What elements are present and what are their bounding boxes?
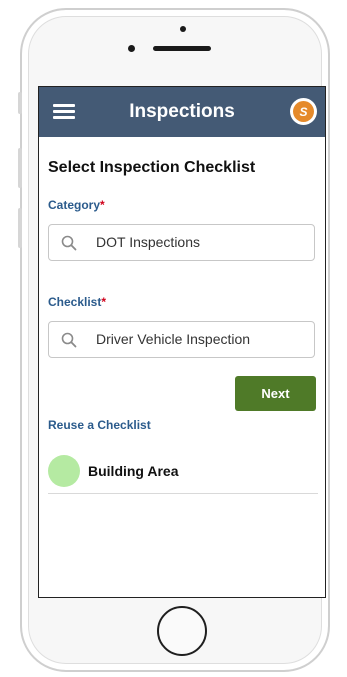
category-value: DOT Inspections [96, 234, 201, 250]
next-button[interactable]: Next [235, 376, 316, 411]
reuse-item-label: Building Area [88, 463, 179, 479]
checklist-label: Checklist* [48, 295, 106, 309]
checklist-field[interactable]: Driver Vehicle Inspection [48, 321, 315, 358]
avatar [48, 455, 80, 487]
category-label-text: Category [48, 198, 101, 212]
checklist-value: Driver Vehicle Inspection [96, 331, 251, 347]
phone-mute-switch [18, 92, 22, 114]
proximity-sensor [128, 45, 135, 52]
required-mark: * [101, 295, 107, 309]
logo-mark: S [293, 101, 314, 122]
brand-logo-icon[interactable]: S [290, 98, 317, 125]
form-heading: Select Inspection Checklist [48, 159, 256, 176]
checklist-label-text: Checklist [48, 295, 102, 309]
search-icon [61, 235, 77, 251]
home-button[interactable] [157, 606, 207, 656]
phone-volume-up [18, 148, 22, 188]
category-field[interactable]: DOT Inspections [48, 224, 315, 261]
reuse-checklist-heading: Reuse a Checklist [48, 418, 151, 432]
page-title: Inspections [129, 101, 235, 122]
search-icon [61, 332, 77, 348]
front-camera [180, 26, 186, 32]
app-screen: Inspections S Select Inspection Checklis… [38, 86, 326, 598]
phone-volume-down [18, 208, 22, 248]
reuse-list-item[interactable]: Building Area [48, 451, 318, 494]
required-mark: * [100, 198, 105, 212]
app-bar: Inspections S [39, 87, 325, 137]
category-label: Category* [48, 198, 105, 212]
earpiece-speaker [153, 46, 211, 51]
